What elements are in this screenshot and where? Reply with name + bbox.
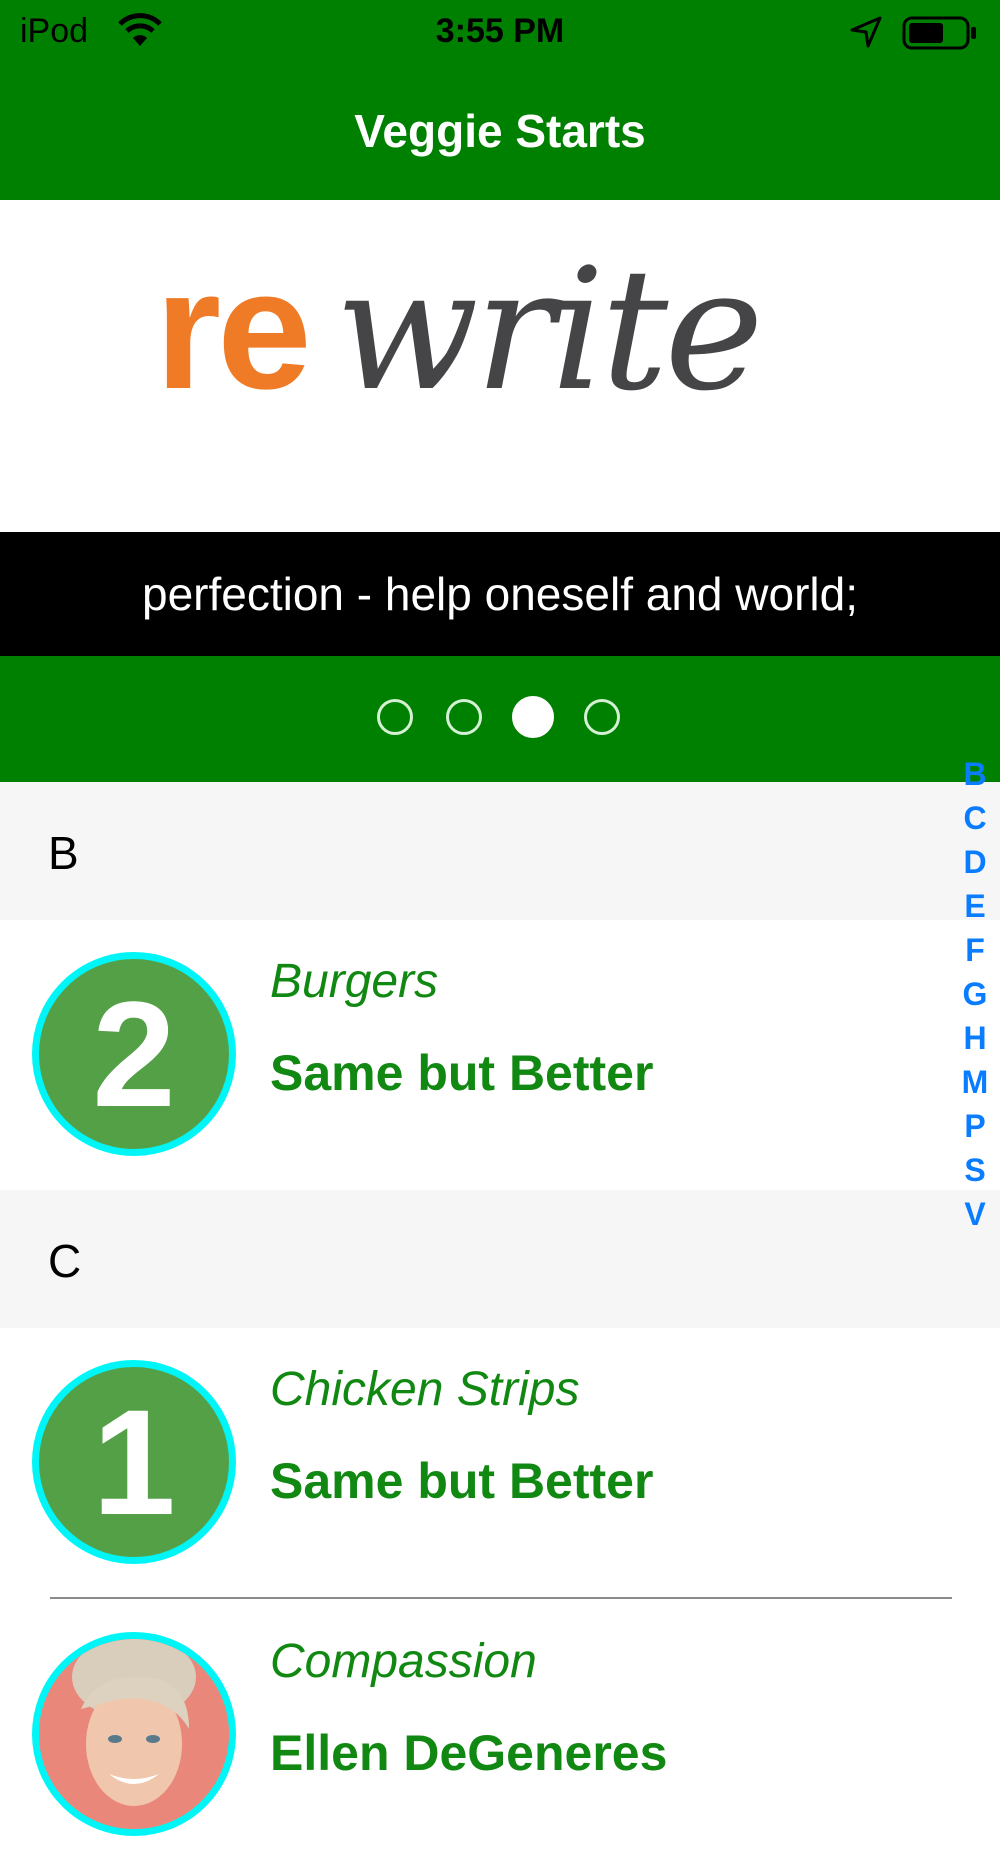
index-letter[interactable]: S — [955, 1148, 995, 1192]
section-header: C — [0, 1190, 1000, 1328]
list-item[interactable]: 2 Burgers Same but Better — [0, 920, 1000, 1190]
item-subtitle: Same but Better — [270, 1045, 654, 1101]
item-subtitle: Ellen DeGeneres — [270, 1725, 668, 1781]
banner-carousel[interactable]: re write — [0, 200, 1000, 532]
item-category: Burgers — [270, 955, 439, 1008]
logo-text-re: re — [155, 235, 312, 425]
index-letter[interactable]: F — [955, 928, 995, 972]
page-dot[interactable] — [584, 699, 620, 735]
index-letter[interactable]: D — [955, 840, 995, 884]
index-letter[interactable]: V — [955, 1192, 995, 1236]
section-header-label: C — [48, 1235, 82, 1287]
section-header-label: B — [48, 827, 79, 879]
section-header: B — [0, 782, 1000, 920]
logo-text-write: write — [335, 232, 764, 428]
index-letter[interactable]: P — [955, 1104, 995, 1148]
index-letter[interactable]: M — [955, 1060, 995, 1104]
index-letter[interactable]: B — [955, 752, 995, 796]
badge-number: 2 — [92, 970, 176, 1138]
page-dot[interactable] — [446, 699, 482, 735]
banner-caption: perfection - help oneself and world; — [0, 532, 1000, 656]
status-bar: iPod 3:55 PM — [0, 0, 1000, 64]
page-dot-active[interactable] — [512, 696, 554, 738]
row-separator — [50, 1597, 952, 1599]
list-item[interactable]: Compassion Ellen DeGeneres — [0, 1600, 1000, 1870]
index-letter[interactable]: C — [955, 796, 995, 840]
list-item[interactable]: 1 Chicken Strips Same but Better — [0, 1328, 1000, 1598]
page-dot[interactable] — [377, 699, 413, 735]
badge-number: 1 — [92, 1378, 176, 1546]
badge-icon: 2 — [32, 952, 236, 1156]
location-arrow-icon — [850, 16, 882, 48]
rewrite-logo: re write — [155, 240, 855, 420]
item-category: Compassion — [270, 1635, 537, 1688]
page-control[interactable] — [0, 656, 1000, 782]
index-letter[interactable]: H — [955, 1016, 995, 1060]
index-letter[interactable]: E — [955, 884, 995, 928]
avatar — [32, 1632, 236, 1836]
item-category: Chicken Strips — [270, 1363, 580, 1416]
item-subtitle: Same but Better — [270, 1453, 654, 1509]
section-index-bar[interactable]: B C D E F G H M P S V — [955, 752, 995, 1236]
battery-icon — [902, 16, 976, 50]
page-title: Veggie Starts — [354, 105, 646, 157]
badge-icon: 1 — [32, 1360, 236, 1564]
index-letter[interactable]: G — [955, 972, 995, 1016]
navigation-bar: Veggie Starts — [0, 64, 1000, 200]
portrait-image — [39, 1639, 229, 1829]
